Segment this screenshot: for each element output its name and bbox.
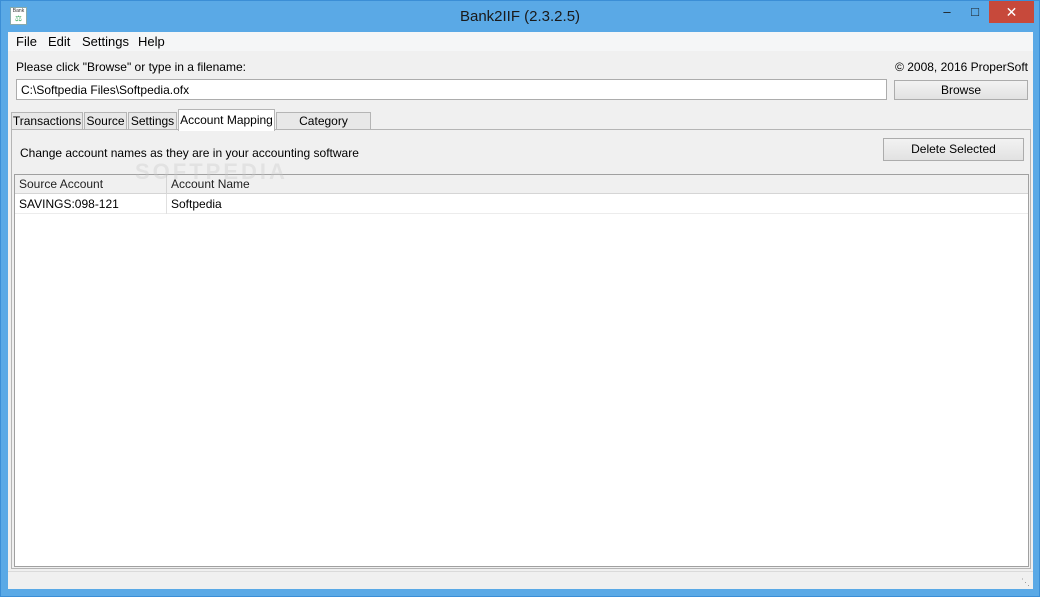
panel-description: Change account names as they are in your… (20, 146, 359, 160)
client-area: File Edit Settings Help Please click "Br… (8, 32, 1033, 589)
status-bar: ⋱ (8, 571, 1033, 589)
tab-settings[interactable]: Settings (128, 112, 177, 130)
tab-transactions[interactable]: Transactions (11, 112, 83, 130)
maximize-button[interactable]: □ (961, 1, 989, 23)
menu-settings[interactable]: Settings (82, 34, 129, 49)
file-prompt-label: Please click "Browse" or type in a filen… (16, 60, 246, 74)
tab-account-mapping[interactable]: Account Mapping (178, 109, 275, 131)
account-mapping-panel: Change account names as they are in your… (11, 129, 1031, 569)
minimize-button[interactable]: – (933, 1, 961, 23)
close-button[interactable]: ✕ (989, 1, 1034, 23)
window-title: Bank2IIF (2.3.2.5) (459, 8, 581, 25)
menu-help[interactable]: Help (138, 34, 165, 49)
account-mapping-grid[interactable]: Source Account Account Name SAVINGS:098-… (14, 159, 1029, 567)
menu-file[interactable]: File (16, 34, 37, 49)
app-window: Bank ⚖ Bank2IIF (2.3.2.5) – □ ✕ File Edi… (0, 0, 1040, 597)
menu-edit[interactable]: Edit (48, 34, 70, 49)
menu-bar: File Edit Settings Help (8, 32, 1033, 51)
browse-button[interactable]: Browse (894, 80, 1028, 100)
table-row[interactable]: SAVINGS:098-121 Softpedia (15, 194, 1028, 214)
tab-category-mapping[interactable]: Category Mapping (276, 112, 371, 144)
resize-grip-icon[interactable]: ⋱ (1020, 577, 1030, 587)
delete-selected-button[interactable]: Delete Selected (883, 138, 1024, 161)
source-account-cell[interactable]: SAVINGS:098-121 (15, 194, 167, 214)
tab-source[interactable]: Source (84, 112, 127, 130)
title-bar[interactable]: Bank ⚖ Bank2IIF (2.3.2.5) – □ ✕ (1, 1, 1039, 32)
column-header-account-name[interactable]: Account Name (167, 175, 1028, 194)
copyright-text: © 2008, 2016 ProperSoft (895, 60, 1028, 74)
file-path-input[interactable] (16, 79, 887, 100)
softpedia-watermark: SOFTPEDIA (135, 159, 288, 184)
account-name-cell[interactable]: Softpedia (167, 194, 1028, 214)
